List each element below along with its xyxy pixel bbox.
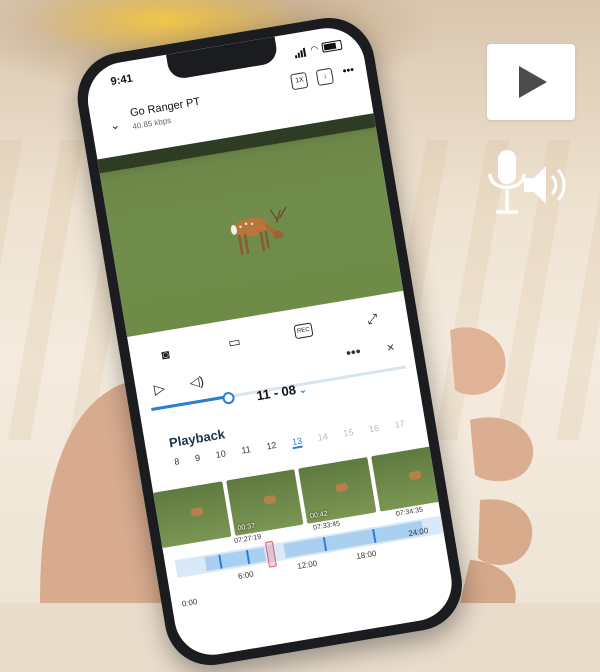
day-item[interactable]: 14 xyxy=(317,431,329,444)
day-item[interactable]: 9 xyxy=(194,453,201,466)
hour-label: 6:00 xyxy=(237,569,255,581)
day-item[interactable]: 13 xyxy=(291,435,304,450)
deer xyxy=(190,506,204,517)
progress-knob[interactable] xyxy=(222,391,236,405)
day-item[interactable]: 17 xyxy=(394,418,406,431)
deer xyxy=(335,482,349,493)
chevron-down-icon[interactable]: ⌄ xyxy=(109,117,121,132)
video-record-icon[interactable]: ▭ xyxy=(224,332,245,353)
deer xyxy=(262,494,276,505)
playback-title: Playback xyxy=(167,426,226,451)
timeline-segment xyxy=(204,547,266,572)
clip-thumbnail[interactable]: 00:37 xyxy=(225,469,304,536)
day-item[interactable]: 15 xyxy=(343,427,355,440)
play-icon[interactable]: ▷ xyxy=(153,380,166,399)
camera-icon[interactable]: ◙ xyxy=(155,344,176,365)
clip-duration: 00:37 xyxy=(237,522,256,533)
deer xyxy=(230,206,287,256)
microphone-speaker-icon xyxy=(488,150,566,214)
status-icons: ◠ xyxy=(294,39,343,59)
status-time: 9:41 xyxy=(109,72,134,89)
day-item[interactable]: 8 xyxy=(174,456,181,469)
volume-icon[interactable]: ◁) xyxy=(188,373,205,391)
hour-label: 12:00 xyxy=(296,558,318,571)
record-button[interactable]: REC xyxy=(293,322,314,340)
signal-icon xyxy=(294,45,308,59)
speed-button[interactable]: 1X xyxy=(290,71,309,91)
video-frame[interactable] xyxy=(97,113,404,338)
clip-duration: 00:42 xyxy=(309,510,329,521)
clip-thumbnail[interactable] xyxy=(153,481,231,549)
chevron-down-icon: ⌄ xyxy=(298,384,308,396)
fullscreen-icon[interactable]: ⤢ xyxy=(362,309,383,330)
close-button[interactable]: × xyxy=(386,339,396,355)
clip-thumbnail[interactable] xyxy=(370,444,449,512)
hour-label: 18:00 xyxy=(355,548,377,562)
more-icon[interactable]: ••• xyxy=(342,64,356,82)
day-item[interactable]: 10 xyxy=(215,448,227,461)
day-item[interactable]: 11 xyxy=(241,444,252,457)
deer xyxy=(407,470,421,481)
day-item[interactable]: 16 xyxy=(368,423,380,436)
timeline-cursor[interactable] xyxy=(264,540,278,568)
header-actions: 1X ↓ ••• xyxy=(290,64,356,91)
timeline-segment xyxy=(283,520,424,558)
day-item[interactable]: 12 xyxy=(266,440,278,453)
play-icon xyxy=(487,44,575,120)
wifi-icon: ◠ xyxy=(309,43,319,55)
battery-icon xyxy=(321,39,343,53)
clip-thumbnail[interactable]: 00:42 xyxy=(298,457,376,524)
download-icon[interactable]: ↓ xyxy=(316,67,335,86)
more-options-button[interactable]: ••• xyxy=(345,343,362,361)
